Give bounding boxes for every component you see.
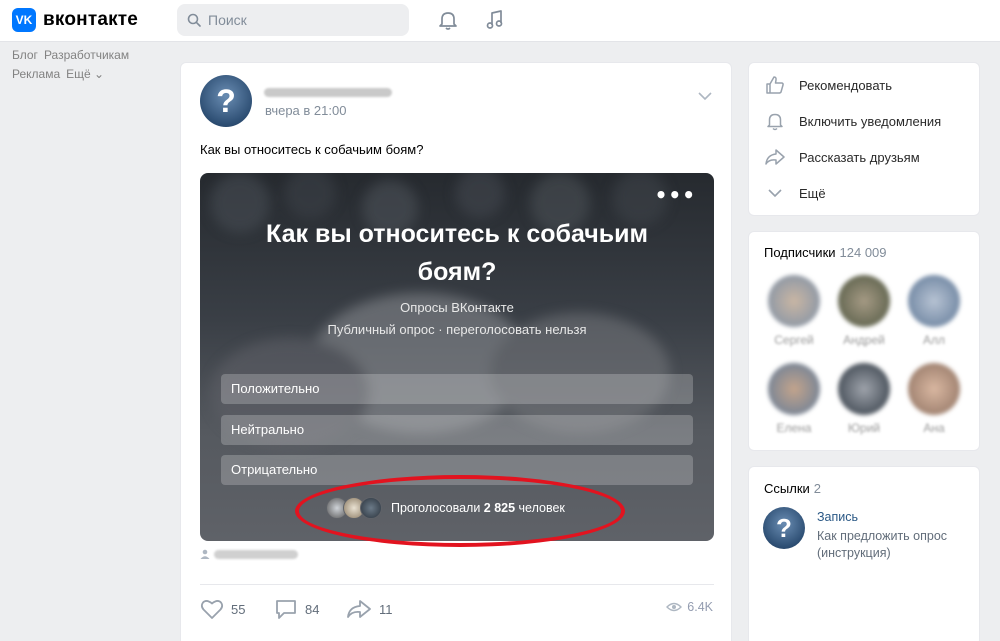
- user-icon: [200, 549, 210, 559]
- chevron-down-icon[interactable]: [697, 91, 713, 101]
- subscriber-name[interactable]: Сергей: [759, 333, 829, 347]
- post-author-name-blurred[interactable]: [264, 88, 392, 97]
- comment-icon: [276, 600, 296, 619]
- music-icon[interactable]: [484, 9, 506, 31]
- menu-tell-friends[interactable]: Рассказать друзьям: [765, 147, 920, 167]
- post-text: Как вы относитесь к собачьим боям?: [200, 142, 424, 157]
- link-item-title[interactable]: Запись: [817, 510, 858, 524]
- views-counter: 6.4K: [666, 600, 713, 614]
- menu-notifications-label: Включить уведомления: [799, 113, 942, 129]
- heart-icon: [200, 600, 224, 619]
- link-developers[interactable]: Разработчикам: [44, 48, 129, 62]
- poll-question: Как вы относитесь к собачьим боям?: [266, 220, 648, 286]
- actions-menu-card: Рекомендовать Включить уведомления Расск…: [748, 62, 980, 216]
- link-item-description: Как предложить опрос (инструкция): [817, 529, 948, 560]
- vk-logo-text: вконтакте: [43, 9, 139, 30]
- comment-button[interactable]: 84: [274, 598, 319, 620]
- menu-recommend[interactable]: Рекомендовать: [765, 75, 892, 95]
- subscriber-avatar[interactable]: [838, 363, 890, 415]
- bell-icon: [767, 113, 783, 131]
- menu-notifications[interactable]: Включить уведомления: [765, 111, 941, 131]
- post-card: ? вчера в 21:00 Как вы относитесь к соба…: [180, 62, 732, 641]
- poll-more-button[interactable]: •••: [655, 183, 696, 207]
- subscribers-card: Подписчики 124 009 Сергей Андрей Алл Елен…: [748, 231, 980, 451]
- share-button[interactable]: 11: [346, 598, 393, 620]
- links-card: Ссылки 2 ? Запись Как предложить опрос (и…: [748, 466, 980, 641]
- subscriber-avatar[interactable]: [838, 275, 890, 327]
- menu-more[interactable]: Ещё: [765, 183, 826, 203]
- share-count: 11: [379, 601, 393, 617]
- subscriber-name[interactable]: Елена: [759, 421, 829, 435]
- share-icon: [347, 600, 371, 618]
- post-author-avatar[interactable]: ?: [200, 75, 252, 127]
- share-icon: [765, 149, 785, 165]
- link-ads[interactable]: Реклама: [12, 67, 60, 81]
- subscriber-name[interactable]: Юрий: [829, 421, 899, 435]
- poll-author[interactable]: Опросы ВКонтакте: [200, 300, 714, 315]
- views-count: 6.4K: [687, 600, 713, 614]
- search-input[interactable]: Поиск: [177, 4, 409, 36]
- link-avatar[interactable]: ?: [763, 507, 805, 549]
- subscribers-count: 124 009: [839, 245, 887, 260]
- subscribers-header[interactable]: Подписчики 124 009: [764, 245, 887, 260]
- like-count: 55: [231, 601, 246, 617]
- search-placeholder: Поиск: [208, 12, 247, 28]
- thumbs-up-icon: [766, 76, 784, 94]
- poll-subtitle: Публичный опрос · переголосовать нельзя: [327, 322, 587, 337]
- link-blog[interactable]: Блог: [12, 48, 38, 62]
- post-time[interactable]: вчера в 21:00: [265, 103, 346, 118]
- links-count: 2: [813, 481, 822, 496]
- subscriber-name[interactable]: Алл: [899, 333, 969, 347]
- links-header[interactable]: Ссылки 2: [764, 481, 821, 496]
- links-title: Ссылки: [764, 481, 810, 496]
- vk-logo-icon: VK: [12, 8, 36, 32]
- subscriber-avatar[interactable]: [768, 363, 820, 415]
- poll-option-positive[interactable]: Положительно: [221, 374, 693, 404]
- vk-logo[interactable]: VK вконтакте: [12, 8, 138, 32]
- menu-recommend-label: Рекомендовать: [799, 77, 892, 93]
- menu-tell-friends-label: Рассказать друзьям: [799, 149, 920, 165]
- menu-more-label: Ещё: [799, 185, 826, 201]
- bell-icon[interactable]: [437, 9, 459, 31]
- poll-option-neutral[interactable]: Нейтрально: [221, 415, 693, 445]
- subscribers-title: Подписчики: [764, 245, 836, 260]
- subscriber-name[interactable]: Андрей: [829, 333, 899, 347]
- divider: [200, 584, 714, 585]
- search-icon: [187, 13, 201, 27]
- subscriber-avatar[interactable]: [908, 363, 960, 415]
- like-button[interactable]: 55: [200, 598, 245, 620]
- subscriber-name[interactable]: Ана: [899, 421, 969, 435]
- left-footer-links: Блог Разработчикам Реклама Ещё ⌄: [12, 46, 135, 84]
- highlight-annotation-ellipse: [295, 475, 625, 547]
- subscriber-avatar[interactable]: [908, 275, 960, 327]
- link-more[interactable]: Ещё ⌄: [66, 67, 104, 81]
- subscriber-avatar[interactable]: [768, 275, 820, 327]
- chevron-down-icon: [768, 189, 782, 198]
- signer-name-blurred: [214, 549, 298, 559]
- post-signer[interactable]: [200, 549, 298, 559]
- comment-count: 84: [305, 601, 320, 617]
- top-header: VK вконтакте Поиск: [0, 0, 1000, 42]
- eye-icon: [666, 602, 683, 612]
